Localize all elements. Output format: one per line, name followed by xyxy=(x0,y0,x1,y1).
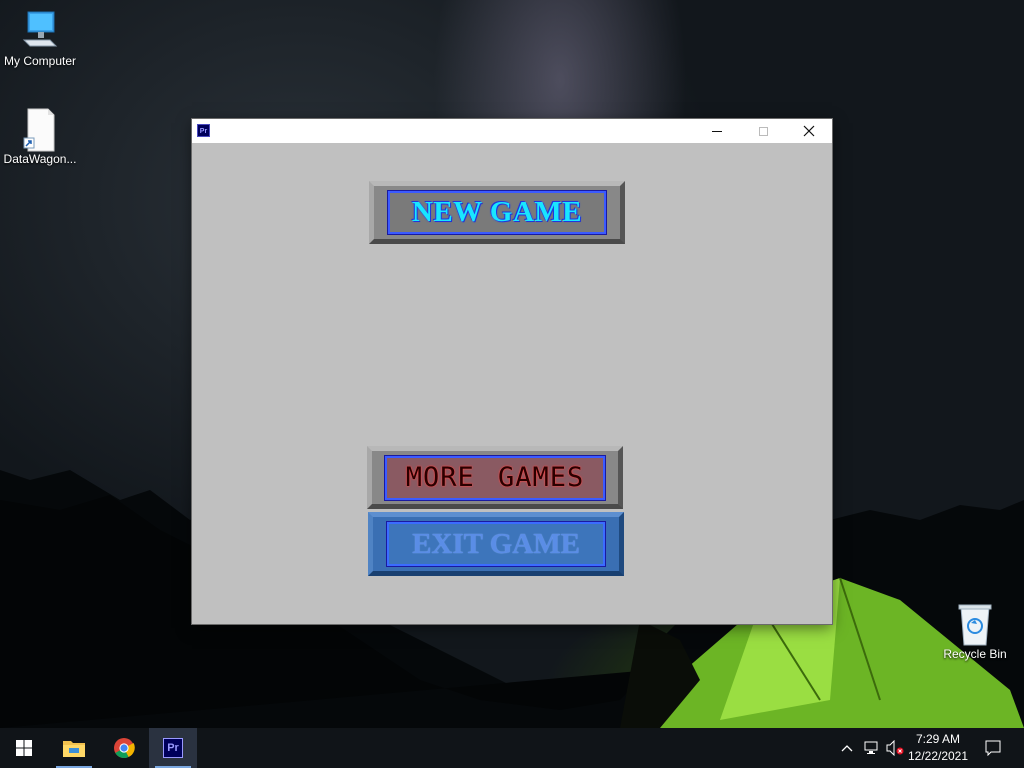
premiere-pro-icon: Pr xyxy=(163,738,183,758)
taskbar: Pr 7:29 AM 12/22/2021 xyxy=(0,728,1024,768)
close-icon xyxy=(803,125,815,137)
start-button[interactable] xyxy=(0,728,48,768)
game-menu-area: NEW GAME MORE GAMES EXIT GAME xyxy=(192,143,832,624)
exit-game-button-face: EXIT GAME xyxy=(386,521,606,567)
new-game-button[interactable]: NEW GAME xyxy=(369,181,625,244)
taskbar-chrome[interactable] xyxy=(100,728,148,768)
desktop-icon-recycle-bin[interactable]: Recycle Bin xyxy=(935,603,1015,661)
new-game-button-face: NEW GAME xyxy=(387,190,607,235)
taskbar-file-explorer[interactable] xyxy=(50,728,98,768)
desktop-icon-label: My Computer xyxy=(3,54,77,68)
more-games-label: MORE GAMES xyxy=(405,462,585,493)
action-center-button[interactable] xyxy=(978,728,1008,768)
premiere-app-icon: Pr xyxy=(197,124,210,137)
close-button[interactable] xyxy=(786,119,832,143)
premiere-icon-text: Pr xyxy=(167,742,179,754)
desktop-icon-my-computer[interactable]: My Computer xyxy=(0,10,80,68)
exit-game-button[interactable]: EXIT GAME xyxy=(368,512,624,576)
chrome-icon xyxy=(114,738,135,759)
desktop-icon-label: Recycle Bin xyxy=(943,647,1007,661)
desktop-icon-datawagon[interactable]: DataWagon... xyxy=(0,108,80,166)
more-games-button-face: MORE GAMES xyxy=(384,454,606,501)
desktop-icon-label: DataWagon... xyxy=(3,152,77,166)
new-game-label: NEW GAME xyxy=(411,196,583,228)
minimize-button[interactable] xyxy=(694,119,740,143)
exit-game-label: EXIT GAME xyxy=(412,527,580,560)
taskbar-premiere[interactable]: Pr xyxy=(149,728,197,768)
notifications-icon xyxy=(985,740,1001,756)
file-explorer-icon xyxy=(63,741,85,757)
game-window: Pr NEW GAME MORE GAMES EXIT GAME xyxy=(192,119,832,624)
window-titlebar[interactable]: Pr xyxy=(192,119,832,143)
clock-time: 7:29 AM xyxy=(915,732,961,746)
more-games-button[interactable]: MORE GAMES xyxy=(367,446,623,509)
maximize-button[interactable] xyxy=(740,119,786,143)
tray-network-button[interactable] xyxy=(860,728,882,768)
taskbar-clock[interactable]: 7:29 AM 12/22/2021 xyxy=(900,731,976,765)
recycle-bin-icon xyxy=(955,603,995,646)
network-icon xyxy=(864,741,878,754)
clock-date: 12/22/2021 xyxy=(907,749,969,763)
tray-chevron-button[interactable] xyxy=(838,728,856,768)
computer-icon xyxy=(20,10,60,50)
maximize-icon xyxy=(758,126,768,136)
chevron-up-icon xyxy=(841,745,853,752)
minimize-icon xyxy=(712,130,722,132)
shortcut-file-icon xyxy=(20,108,60,152)
windows-start-icon xyxy=(16,740,32,756)
